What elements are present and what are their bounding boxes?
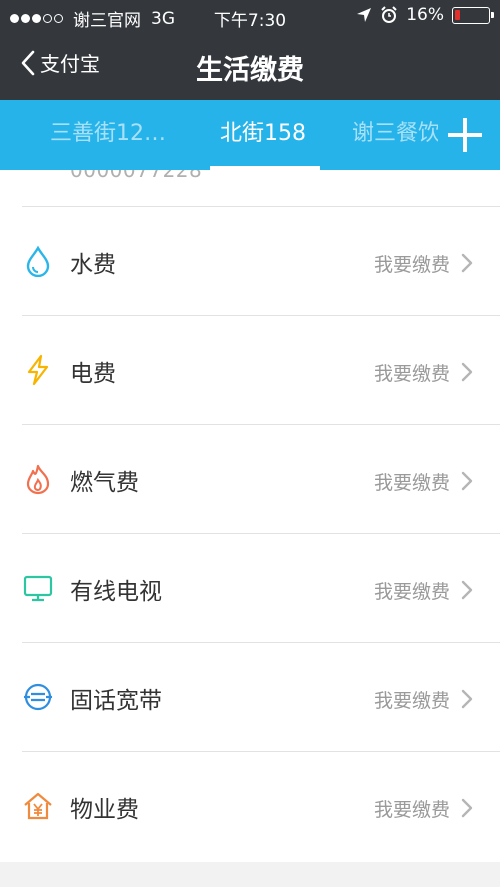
battery-percent: 16% [406, 5, 444, 25]
chevron-right-icon [461, 362, 473, 382]
pay-action[interactable]: 我要缴费 [374, 359, 450, 386]
pay-action[interactable]: 我要缴费 [374, 250, 450, 277]
add-account-button[interactable] [448, 118, 482, 152]
list-item-water[interactable]: 水费 我要缴费 [0, 207, 500, 315]
list-item-gas[interactable]: 燃气费 我要缴费 [0, 425, 500, 533]
location-arrow-icon [357, 8, 372, 22]
account-tabs: 三善街12… 北街158 谢三餐饮 [0, 100, 500, 170]
bill-name: 电费 [70, 361, 116, 387]
flame-icon [26, 464, 50, 495]
chevron-right-icon [461, 580, 473, 600]
pay-action[interactable]: 我要缴费 [374, 686, 450, 713]
bill-name: 水费 [70, 252, 116, 278]
bill-name: 有线电视 [70, 579, 162, 605]
list-item-electric[interactable]: 电费 我要缴费 [0, 316, 500, 424]
house-yen-icon [24, 792, 52, 820]
tv-icon [23, 575, 53, 602]
pay-action[interactable]: 我要缴费 [374, 468, 450, 495]
list-item-cable-tv[interactable]: 有线电视 我要缴费 [0, 534, 500, 642]
chevron-right-icon [461, 253, 473, 273]
bill-name: 物业费 [70, 797, 139, 823]
chevron-right-icon [461, 798, 473, 818]
chevron-right-icon [461, 689, 473, 709]
broadband-icon [24, 683, 52, 711]
bill-name: 固话宽带 [70, 688, 162, 714]
bill-name: 燃气费 [70, 470, 139, 496]
status-bar: 谢三官网 3G 下午7:30 16% [0, 0, 500, 34]
water-drop-icon [26, 245, 50, 277]
tab-account-3[interactable]: 谢三餐饮 [352, 100, 438, 170]
battery-icon [452, 6, 494, 24]
alarm-clock-icon [381, 6, 397, 23]
pay-action[interactable]: 我要缴费 [374, 795, 450, 822]
nav-bar: 支付宝 生活缴费 [0, 36, 500, 96]
page-title: 生活缴费 [196, 55, 304, 86]
list-item-property[interactable]: 物业费 我要缴费 [0, 752, 500, 860]
lightning-icon [27, 354, 49, 386]
list-footer [0, 862, 500, 887]
chevron-right-icon [461, 471, 473, 491]
top-header: 谢三官网 3G 下午7:30 16% 支付宝 生活缴费 [0, 0, 500, 100]
active-tab-indicator [210, 166, 320, 170]
pay-action[interactable]: 我要缴费 [374, 577, 450, 604]
tab-account-1[interactable]: 三善街12… [50, 100, 180, 170]
tab-account-2[interactable]: 北街158 [220, 100, 320, 170]
list-item-broadband[interactable]: 固话宽带 我要缴费 [0, 643, 500, 751]
